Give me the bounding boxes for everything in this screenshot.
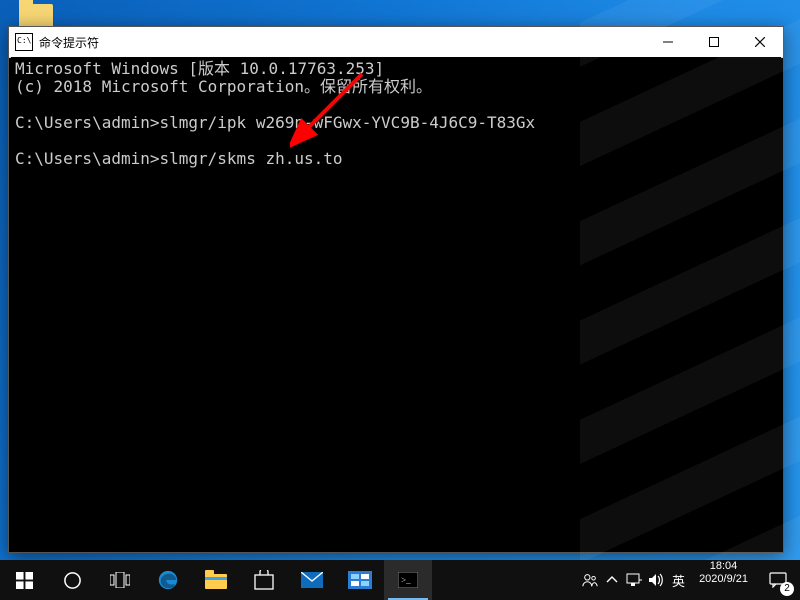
taskbar-clock[interactable]: 18:04 2020/9/21 bbox=[691, 560, 756, 600]
cmd-window: 命令提示符 Microsoft Windows [版本 10.0.17763.2… bbox=[8, 26, 784, 553]
clock-time: 18:04 bbox=[699, 560, 748, 573]
action-center-button[interactable]: 2 bbox=[756, 560, 800, 600]
taskbar-app-edge[interactable] bbox=[144, 560, 192, 600]
taskbar-app-mail[interactable] bbox=[288, 560, 336, 600]
taskbar-app-explorer[interactable] bbox=[192, 560, 240, 600]
terminal-output[interactable]: Microsoft Windows [版本 10.0.17763.253] (c… bbox=[11, 57, 781, 550]
taskbar-app-settings[interactable] bbox=[336, 560, 384, 600]
cmd-icon bbox=[15, 33, 33, 51]
maximize-button[interactable] bbox=[691, 27, 737, 57]
tray-chevron-up-icon[interactable] bbox=[604, 572, 620, 588]
notification-badge: 2 bbox=[780, 582, 794, 596]
tray-people-icon[interactable] bbox=[582, 572, 598, 588]
svg-text:>_: >_ bbox=[401, 575, 411, 585]
task-view-button[interactable] bbox=[96, 560, 144, 600]
tray-volume-icon[interactable] bbox=[648, 572, 664, 588]
close-button[interactable] bbox=[737, 27, 783, 57]
cortana-search-button[interactable] bbox=[48, 560, 96, 600]
taskbar: >_ 英 18:04 2020/9/21 2 bbox=[0, 560, 800, 600]
start-button[interactable] bbox=[0, 560, 48, 600]
taskbar-app-cmd[interactable]: >_ bbox=[384, 560, 432, 600]
titlebar[interactable]: 命令提示符 bbox=[9, 27, 783, 58]
tray-network-icon[interactable] bbox=[626, 572, 642, 588]
desktop[interactable]: 命令提示符 Microsoft Windows [版本 10.0.17763.2… bbox=[0, 0, 800, 600]
system-tray: 英 bbox=[578, 560, 691, 600]
taskbar-app-store[interactable] bbox=[240, 560, 288, 600]
minimize-button[interactable] bbox=[645, 27, 691, 57]
window-title: 命令提示符 bbox=[39, 34, 99, 51]
clock-date: 2020/9/21 bbox=[699, 573, 748, 586]
tray-ime-indicator[interactable]: 英 bbox=[670, 571, 687, 590]
